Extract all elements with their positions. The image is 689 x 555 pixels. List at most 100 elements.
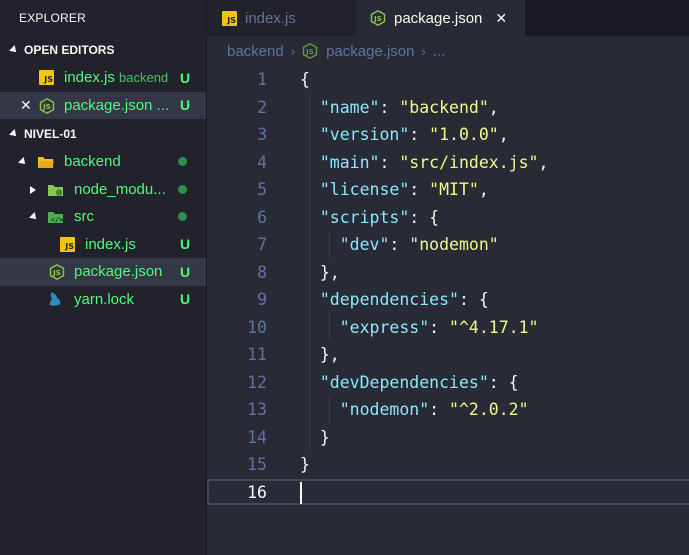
tree-folder-node-modules[interactable]: node_modu... [0,176,206,204]
json-key: "name" [319,97,380,117]
code-line: 12 "devDependencies": { [207,369,689,397]
open-editor-name: index.js [64,69,115,87]
tab-label: package.json [394,9,483,27]
open-editors-header[interactable]: OPEN EDITORS [0,36,206,64]
explorer-sidebar: EXPLORER OPEN EDITORS JS index.js backen… [0,0,207,555]
line-number: 7 [257,235,267,254]
tree-folder-backend[interactable]: backend [0,148,206,176]
line-number: 16 [247,482,267,502]
tab-index-js[interactable]: JS index.js [207,0,356,36]
line-number: 12 [247,372,267,392]
svg-text:JS: JS [52,269,61,277]
punct: { [478,290,489,309]
code-line: 1 { [207,66,689,94]
node-file-icon: JS [302,43,318,59]
punct: } [300,455,310,474]
line-code: "name": "backend", [300,94,499,122]
tree-file-yarn-lock[interactable]: yarn.lock U [0,286,206,314]
punct: , [538,152,549,172]
code-line: 2 "name": "backend", [207,94,689,122]
breadcrumb-folder[interactable]: backend [227,43,284,60]
folder-open-icon [37,155,54,173]
tab-package-json[interactable]: JS package.json ✕ [356,0,525,36]
punct: { [429,207,440,227]
line-number: 4 [257,152,267,172]
tree-item-name: src [74,208,94,226]
line-number: 6 [257,207,267,227]
line-code: } [300,451,310,479]
line-number: 10 [247,317,267,337]
json-string: "1.0.0" [429,125,499,144]
untracked-badge: U [180,291,191,308]
punct: : [379,152,400,172]
breadcrumb-more[interactable]: ... [433,43,446,60]
untracked-badge: U [180,69,191,86]
workspace-label: NIVEL-01 [24,127,77,141]
chevron-right-icon: › [421,43,426,59]
line-code: "devDependencies": { [300,369,519,397]
tab-label: index.js [245,9,296,27]
json-key: "version" [319,125,410,144]
punct: : [379,97,400,117]
line-number: 1 [257,70,267,89]
line-number: 14 [247,427,267,447]
json-key: "scripts" [319,207,410,227]
node-folder-icon [47,183,64,201]
open-editors-label: OPEN EDITORS [24,43,115,57]
tree-item-name: package.json [74,263,163,281]
text-cursor [300,481,302,504]
punct: : [429,400,450,419]
json-key: "license" [319,180,410,199]
code-line: 7 "dev": "nodemon" [207,231,689,259]
line-code: "dev": "nodemon" [300,231,499,259]
tree-folder-src[interactable]: </> src [0,203,206,231]
modified-dot [178,157,187,166]
json-key: "devDependencies" [319,372,489,392]
punct: : [409,125,430,144]
line-number: 15 [247,455,267,474]
code-line: 5 "license": "MIT", [207,176,689,204]
punct: }, [319,262,340,282]
open-editor-index-js[interactable]: JS index.js backend U [0,64,206,92]
line-code: }, [300,341,340,369]
tree-file-package-json[interactable]: JS package.json U [0,258,206,286]
punct: : [429,317,450,337]
punct: , [488,97,499,117]
tree-file-index-js[interactable]: JS index.js U [0,231,206,259]
close-icon[interactable]: ✕ [495,10,507,27]
code-line: 9 "dependencies": { [207,286,689,314]
svg-text:</>: </> [51,216,64,224]
line-code: }, [300,259,340,287]
punct: : [488,372,509,392]
json-string: "nodemon" [409,235,499,254]
json-key: "dependencies" [319,290,459,309]
line-code: "scripts": { [300,204,439,232]
line-number: 9 [257,290,267,309]
chevron-down-icon [29,212,39,222]
line-code: { [300,66,310,94]
svg-text:JS: JS [373,15,382,23]
code-line: 14 } [207,424,689,452]
chevron-down-icon [9,129,19,139]
svg-text:JS: JS [42,103,51,111]
workspace-header[interactable]: NIVEL-01 [0,120,206,148]
close-icon[interactable]: ✕ [20,97,32,114]
punct: { [508,372,519,392]
line-number: 5 [257,180,267,199]
json-string: "src/index.js" [399,152,539,172]
line-number: 13 [247,400,267,419]
tree-item-name: node_modu... [74,180,166,198]
line-code: "main": "src/index.js", [300,149,549,177]
tree-item-name: yarn.lock [74,290,135,308]
open-editor-package-json[interactable]: ✕ JS package.json ... U [0,91,206,119]
node-file-icon: JS [49,264,65,284]
line-code: "dependencies": { [300,286,489,314]
code-line: 15 } [207,451,689,479]
code-line-current: 16 [207,478,689,507]
code-editor[interactable]: 1 { 2 "name": "backend", 3 "version": "1… [207,66,689,555]
tab-bar: JS index.js JS package.json ✕ [207,0,689,36]
line-number: 2 [257,97,267,117]
breadcrumb-file[interactable]: package.json [326,43,414,60]
yarn-icon [48,291,62,311]
code-line: 4 "main": "src/index.js", [207,149,689,177]
